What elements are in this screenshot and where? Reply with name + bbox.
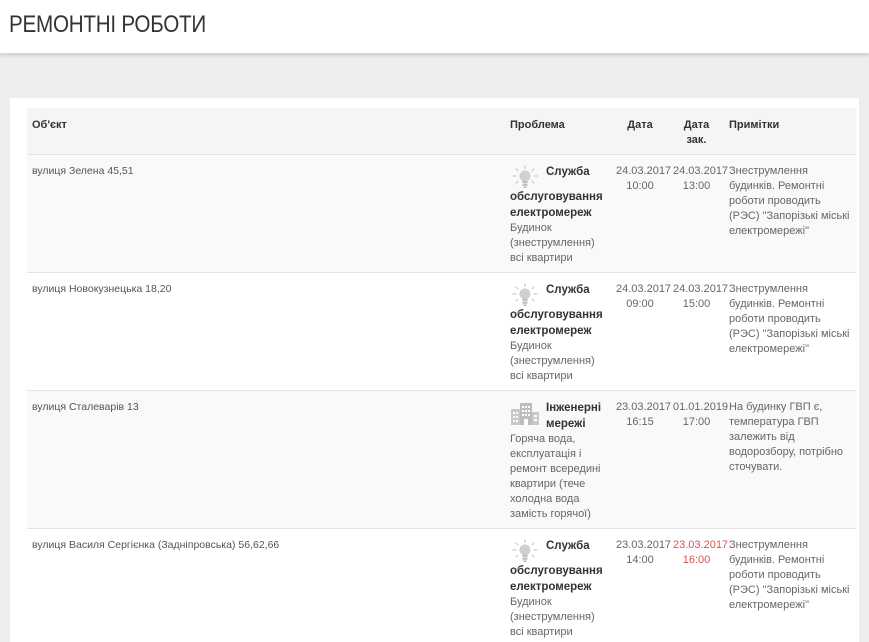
- table-row[interactable]: вулиця Сталеварів 13 Інженерні мережі Го…: [27, 391, 856, 529]
- problem-description: Горяча вода, експлуатація і ремонт всере…: [510, 432, 607, 522]
- cell-date-closed: 01.01.2019 17:00: [668, 391, 724, 529]
- table-row[interactable]: вулиця Зелена 45,51 Служба обслуговуванн…: [27, 155, 856, 273]
- page-header: РЕМОНТНІ РОБОТИ: [0, 0, 869, 54]
- cell-object[interactable]: вулиця Новокузнецька 18,20: [27, 273, 505, 391]
- lightbulb-icon: [510, 539, 540, 563]
- cell-problem: Інженерні мережі Горяча вода, експлуатац…: [505, 391, 611, 529]
- cell-date: 23.03.2017 16:15: [611, 391, 668, 529]
- building-icon: [510, 401, 540, 425]
- lightbulb-icon: [510, 165, 540, 189]
- cell-date-closed: 23.03.2017 16:00: [668, 529, 724, 642]
- page-title: РЕМОНТНІ РОБОТИ: [9, 11, 206, 39]
- header-date[interactable]: Дата: [611, 108, 668, 155]
- cell-date: 24.03.2017 10:00: [611, 155, 668, 273]
- table-row[interactable]: вулиця Новокузнецька 18,20 Служба обслуг…: [27, 273, 856, 391]
- cell-notes: Знеструмлення будинків. Ремонтні роботи …: [724, 529, 856, 642]
- table-body: вулиця Зелена 45,51 Служба обслуговуванн…: [27, 155, 856, 642]
- header-object[interactable]: Об'єкт: [27, 108, 505, 155]
- cell-notes: Знеструмлення будинків. Ремонтні роботи …: [724, 155, 856, 273]
- header-problem[interactable]: Проблема: [505, 108, 611, 155]
- cell-object[interactable]: вулиця Сталеварів 13: [27, 391, 505, 529]
- header-notes[interactable]: Примітки: [724, 108, 856, 155]
- problem-service: Інженерні мережі: [546, 402, 601, 430]
- repairs-table: Об'єкт Проблема Дата Дата зак. Примітки …: [27, 108, 856, 642]
- cell-notes: Знеструмлення будинків. Ремонтні роботи …: [724, 273, 856, 391]
- table-header-row: Об'єкт Проблема Дата Дата зак. Примітки: [27, 108, 856, 155]
- header-date-closed[interactable]: Дата зак.: [668, 108, 724, 155]
- cell-date: 24.03.2017 09:00: [611, 273, 668, 391]
- main-content: Об'єкт Проблема Дата Дата зак. Примітки …: [0, 54, 869, 642]
- problem-description: Будинок (знеструмлення) всі квартири: [510, 221, 607, 266]
- cell-date-closed: 24.03.2017 15:00: [668, 273, 724, 391]
- cell-problem: Служба обслуговування електромереж Будин…: [505, 155, 611, 273]
- cell-problem: Служба обслуговування електромереж Будин…: [505, 273, 611, 391]
- cell-date: 23.03.2017 14:00: [611, 529, 668, 642]
- cell-object[interactable]: вулиця Василя Сергієнка (Задніпровська) …: [27, 529, 505, 642]
- problem-description: Будинок (знеструмлення) всі квартири: [510, 339, 607, 384]
- cell-problem: Служба обслуговування електромереж Будин…: [505, 529, 611, 642]
- table-row[interactable]: вулиця Василя Сергієнка (Задніпровська) …: [27, 529, 856, 642]
- cell-object[interactable]: вулиця Зелена 45,51: [27, 155, 505, 273]
- cell-date-closed: 24.03.2017 13:00: [668, 155, 724, 273]
- cell-notes: На будинку ГВП є, температура ГВП залежи…: [724, 391, 856, 529]
- repairs-card: Об'єкт Проблема Дата Дата зак. Примітки …: [10, 98, 859, 642]
- lightbulb-icon: [510, 283, 540, 307]
- problem-description: Будинок (знеструмлення) всі квартири: [510, 595, 607, 640]
